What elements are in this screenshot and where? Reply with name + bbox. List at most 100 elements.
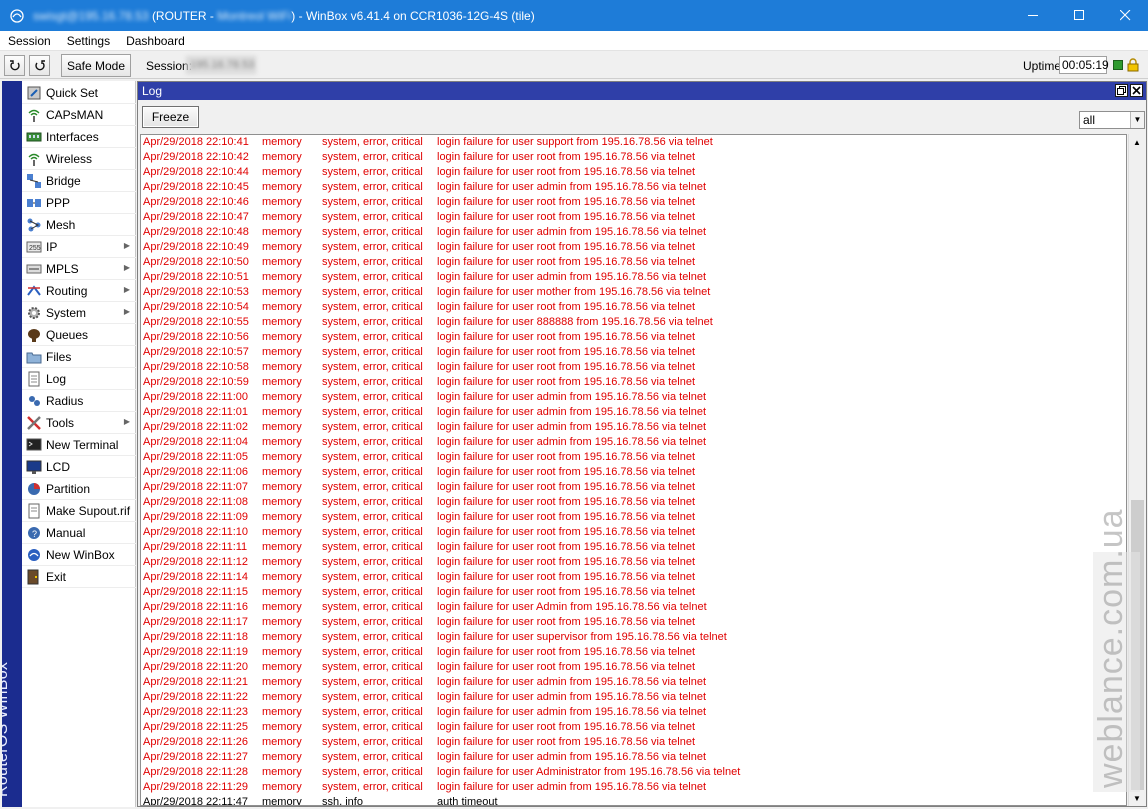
- log-time: Apr/29/2018 22:10:50: [143, 256, 249, 268]
- log-row[interactable]: Apr/29/2018 22:11:16 memory system, error,…: [141, 600, 1126, 615]
- log-row[interactable]: Apr/29/2018 22:11:08 memory system, error,…: [141, 495, 1126, 510]
- log-row[interactable]: Apr/29/2018 22:10:49 memory system, error,…: [141, 240, 1126, 255]
- sidebar-item-tools[interactable]: Tools ▶: [22, 412, 136, 434]
- log-message: login failure for user root from 195.16.…: [437, 196, 696, 208]
- sidebar-item-exit[interactable]: Exit: [22, 566, 136, 588]
- sidebar-item-queues[interactable]: Queues: [22, 324, 136, 346]
- sidebar-item-mesh[interactable]: Mesh: [22, 214, 136, 236]
- log-row[interactable]: Apr/29/2018 22:11:28 memory system, error,…: [141, 765, 1126, 780]
- window-title-bar[interactable]: swisgt@195.16.78.53 (ROUTER - Montreol W…: [0, 0, 1148, 31]
- terminal-icon: [26, 437, 42, 453]
- log-row[interactable]: Apr/29/2018 22:11:22 memory system, error,…: [141, 690, 1126, 705]
- log-row[interactable]: Apr/29/2018 22:10:50 memory system, error,…: [141, 255, 1126, 270]
- sidebar-item-mpls[interactable]: MPLS ▶: [22, 258, 136, 280]
- log-row[interactable]: Apr/29/2018 22:10:48 memory system, error,…: [141, 225, 1126, 240]
- log-row[interactable]: Apr/29/2018 22:11:15 memory system, error,…: [141, 585, 1126, 600]
- freeze-button[interactable]: Freeze: [142, 106, 199, 128]
- log-row[interactable]: Apr/29/2018 22:10:46 memory system, error,…: [141, 195, 1126, 210]
- sidebar-item-partition[interactable]: Partition: [22, 478, 136, 500]
- log-row[interactable]: Apr/29/2018 22:11:27 memory system, error,…: [141, 750, 1126, 765]
- log-row[interactable]: Apr/29/2018 22:11:17 memory system, error,…: [141, 615, 1126, 630]
- log-row[interactable]: Apr/29/2018 22:10:53 memory system, error,…: [141, 285, 1126, 300]
- log-row[interactable]: Apr/29/2018 22:10:41 memory system, error,…: [141, 135, 1126, 150]
- log-row[interactable]: Apr/29/2018 22:10:54 memory system, error,…: [141, 300, 1126, 315]
- log-row[interactable]: Apr/29/2018 22:11:04 memory system, error,…: [141, 435, 1126, 450]
- sidebar-item-radius[interactable]: Radius: [22, 390, 136, 412]
- log-row[interactable]: Apr/29/2018 22:10:57 memory system, error,…: [141, 345, 1126, 360]
- log-row[interactable]: Apr/29/2018 22:11:20 memory system, error,…: [141, 660, 1126, 675]
- sidebar-item-new-terminal[interactable]: New Terminal: [22, 434, 136, 456]
- log-window-title-bar[interactable]: Log: [138, 82, 1146, 100]
- log-filter-select[interactable]: all ▼: [1079, 111, 1145, 129]
- log-row[interactable]: Apr/29/2018 22:11:01 memory system, error,…: [141, 405, 1126, 420]
- log-row[interactable]: Apr/29/2018 22:11:07 memory system, error,…: [141, 480, 1126, 495]
- log-row[interactable]: Apr/29/2018 22:11:05 memory system, error,…: [141, 450, 1126, 465]
- sidebar-item-log[interactable]: Log: [22, 368, 136, 390]
- sidebar-item-make-supout[interactable]: Make Supout.rif: [22, 500, 136, 522]
- log-row[interactable]: Apr/29/2018 22:11:18 memory system, error,…: [141, 630, 1126, 645]
- log-row[interactable]: Apr/29/2018 22:10:51 memory system, error,…: [141, 270, 1126, 285]
- sidebar-item-system[interactable]: System ▶: [22, 302, 136, 324]
- sidebar-item-files[interactable]: Files: [22, 346, 136, 368]
- log-message: login failure for user root from 195.16.…: [437, 556, 696, 568]
- menu-dashboard[interactable]: Dashboard: [118, 31, 193, 51]
- maximize-button[interactable]: [1056, 0, 1102, 31]
- log-time: Apr/29/2018 22:10:42: [143, 151, 249, 163]
- sidebar-item-quick-set[interactable]: Quick Set: [22, 82, 136, 104]
- log-message: login failure for user support from 195.…: [437, 136, 713, 148]
- sidebar-item-ppp[interactable]: PPP: [22, 192, 136, 214]
- log-buffer: memory: [262, 691, 302, 703]
- log-row[interactable]: Apr/29/2018 22:11:14 memory system, error,…: [141, 570, 1126, 585]
- sidebar-item-wireless[interactable]: Wireless: [22, 148, 136, 170]
- log-row[interactable]: Apr/29/2018 22:11:21 memory system, error,…: [141, 675, 1126, 690]
- restore-window-button[interactable]: [1115, 84, 1128, 97]
- safe-mode-button[interactable]: Safe Mode: [61, 54, 131, 77]
- sidebar-item-interfaces[interactable]: Interfaces: [22, 126, 136, 148]
- menu-session[interactable]: Session: [0, 31, 59, 51]
- sidebar-item-lcd[interactable]: LCD: [22, 456, 136, 478]
- undo-button[interactable]: [4, 55, 25, 76]
- log-row[interactable]: Apr/29/2018 22:10:59 memory system, error,…: [141, 375, 1126, 390]
- sidebar-item-new-winbox[interactable]: New WinBox: [22, 544, 136, 566]
- log-row[interactable]: Apr/29/2018 22:11:29 memory system, error,…: [141, 780, 1126, 795]
- log-row[interactable]: Apr/29/2018 22:10:44 memory system, error,…: [141, 165, 1126, 180]
- log-row[interactable]: Apr/29/2018 22:10:47 memory system, error,…: [141, 210, 1126, 225]
- log-row[interactable]: Apr/29/2018 22:11:47 memory ssh, info auth …: [141, 795, 1126, 805]
- log-row[interactable]: Apr/29/2018 22:11:12 memory system, error,…: [141, 555, 1126, 570]
- sidebar-item-manual[interactable]: ? Manual: [22, 522, 136, 544]
- close-log-button[interactable]: [1130, 84, 1143, 97]
- log-row[interactable]: Apr/29/2018 22:11:02 memory system, error,…: [141, 420, 1126, 435]
- log-row[interactable]: Apr/29/2018 22:11:25 memory system, error,…: [141, 720, 1126, 735]
- log-row[interactable]: Apr/29/2018 22:11:19 memory system, error,…: [141, 645, 1126, 660]
- close-button[interactable]: [1102, 0, 1148, 31]
- sidebar-item-routing[interactable]: Routing ▶: [22, 280, 136, 302]
- sidebar-item-label: Exit: [46, 569, 67, 584]
- sidebar-item-bridge[interactable]: Bridge: [22, 170, 136, 192]
- log-row[interactable]: Apr/29/2018 22:11:10 memory system, error,…: [141, 525, 1126, 540]
- log-row[interactable]: Apr/29/2018 22:11:09 memory system, error,…: [141, 510, 1126, 525]
- log-row[interactable]: Apr/29/2018 22:11:26 memory system, error,…: [141, 735, 1126, 750]
- log-row[interactable]: Apr/29/2018 22:10:45 memory system, error,…: [141, 180, 1126, 195]
- menu-settings[interactable]: Settings: [59, 31, 118, 51]
- dropdown-arrow-icon: ▼: [1130, 112, 1144, 128]
- log-row[interactable]: Apr/29/2018 22:10:58 memory system, error,…: [141, 360, 1126, 375]
- log-row[interactable]: Apr/29/2018 22:11:23 memory system, error,…: [141, 705, 1126, 720]
- scroll-up-button[interactable]: ▲: [1129, 134, 1145, 150]
- log-row[interactable]: Apr/29/2018 22:10:56 memory system, error,…: [141, 330, 1126, 345]
- minimize-button[interactable]: [1010, 0, 1056, 31]
- log-row[interactable]: Apr/29/2018 22:10:55 memory system, error,…: [141, 315, 1126, 330]
- redo-button[interactable]: [29, 55, 50, 76]
- sidebar-item-capsman[interactable]: CAPsMAN: [22, 104, 136, 126]
- log-message: login failure for user supervisor from 1…: [437, 631, 727, 643]
- log-message: login failure for user mother from 195.1…: [437, 286, 711, 298]
- log-message: login failure for user root from 195.16.…: [437, 346, 696, 358]
- log-row[interactable]: Apr/29/2018 22:10:42 memory system, error,…: [141, 150, 1126, 165]
- log-row[interactable]: Apr/29/2018 22:11:11 memory system, error,…: [141, 540, 1126, 555]
- log-entries-list[interactable]: Apr/29/2018 22:10:41 memory system, error,…: [140, 134, 1127, 806]
- log-row[interactable]: Apr/29/2018 22:11:00 memory system, error,…: [141, 390, 1126, 405]
- log-message: login failure for user root from 195.16.…: [437, 151, 696, 163]
- sidebar-item-ip[interactable]: 255 IP ▶: [22, 236, 136, 258]
- log-row[interactable]: Apr/29/2018 22:11:06 memory system, error,…: [141, 465, 1126, 480]
- scroll-down-button[interactable]: ▼: [1129, 790, 1145, 806]
- restore-icon: [1117, 86, 1126, 95]
